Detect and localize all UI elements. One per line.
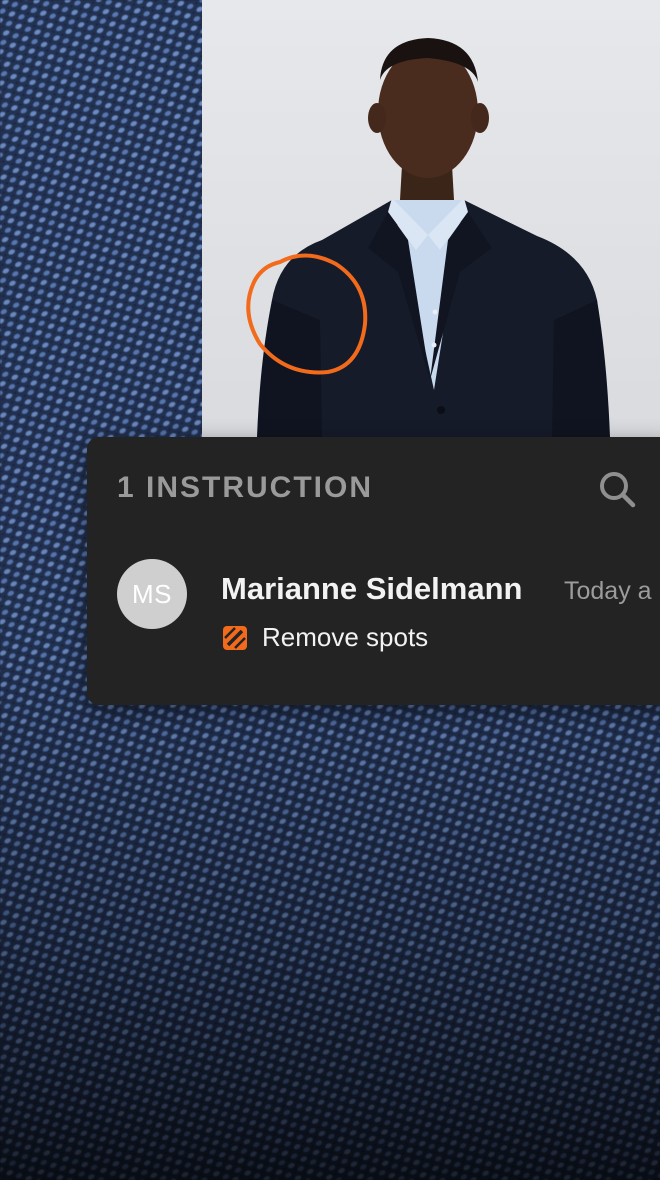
search-button[interactable]: [595, 467, 641, 513]
retouch-task-icon: [221, 624, 249, 652]
avatar[interactable]: MS: [117, 559, 187, 629]
product-photo: [202, 0, 660, 437]
timestamp: Today a: [564, 577, 652, 605]
search-icon: [600, 472, 636, 508]
panel-title: 1 INSTRUCTION: [117, 471, 374, 504]
instructions-panel: 1 INSTRUCTION MS Marianne Sidelmann Toda…: [87, 437, 660, 705]
instruction-task[interactable]: Remove spots: [262, 622, 428, 653]
author-name: Marianne Sidelmann: [221, 571, 523, 606]
